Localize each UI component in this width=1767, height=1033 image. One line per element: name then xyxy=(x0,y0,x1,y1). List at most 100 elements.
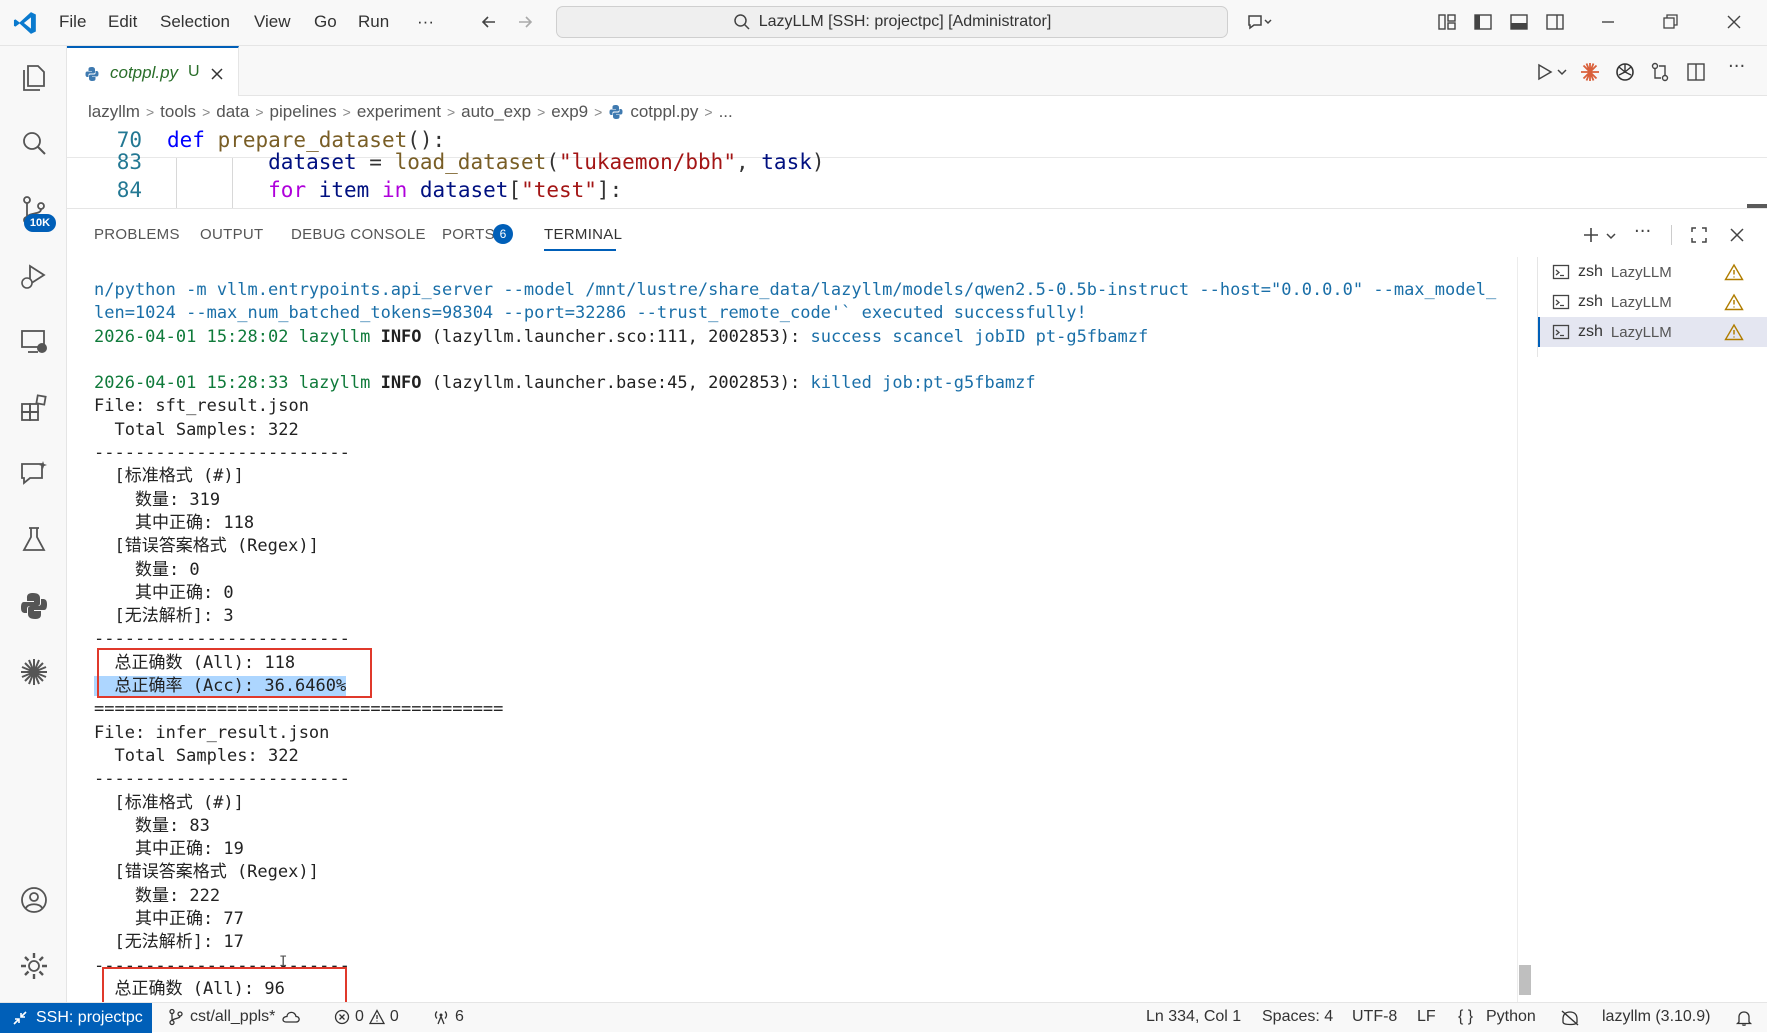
close-window-icon[interactable] xyxy=(1724,12,1744,32)
vscode-logo-icon[interactable] xyxy=(12,10,38,36)
toggle-secondary-sidebar-icon[interactable] xyxy=(1545,12,1565,32)
manage-gear-icon[interactable] xyxy=(18,950,50,982)
chat-icon[interactable] xyxy=(18,458,50,490)
code-token: item xyxy=(306,178,382,202)
active-terminal-indicator xyxy=(1538,317,1540,347)
notifications-bell-icon[interactable] xyxy=(1735,1009,1753,1027)
line-number: 83 xyxy=(116,150,142,174)
run-python-file-icon[interactable] xyxy=(1534,62,1554,82)
menu-view[interactable]: View xyxy=(254,12,291,32)
run-options-chevron-down-icon[interactable] xyxy=(1556,66,1568,78)
breadcrumb-item[interactable]: data xyxy=(216,102,249,122)
indentation[interactable]: Spaces: 4 xyxy=(1262,1008,1333,1026)
openai-icon[interactable] xyxy=(1614,61,1636,83)
terminal-item[interactable]: zsh LazyLLM xyxy=(1538,257,1767,287)
terminal-output[interactable]: n/python -m vllm.entrypoints.api_server … xyxy=(94,279,1514,1003)
code-text: for item in dataset["test"]: xyxy=(167,178,622,202)
new-terminal-plus-icon[interactable] xyxy=(1581,225,1601,245)
copilot-chat-icon[interactable] xyxy=(1246,12,1272,32)
back-arrow-icon[interactable] xyxy=(479,12,499,32)
compare-changes-icon[interactable] xyxy=(1649,61,1671,83)
breadcrumb-item[interactable]: experiment xyxy=(357,102,441,122)
forwarded-ports-indicator[interactable]: 6 xyxy=(432,1008,464,1026)
split-editor-icon[interactable] xyxy=(1685,61,1707,83)
editor-more-actions-icon[interactable]: ··· xyxy=(1728,56,1745,77)
highlight-box-sft-result xyxy=(97,648,372,698)
python-icon[interactable] xyxy=(18,590,50,622)
terminal-item-active[interactable]: zsh LazyLLM xyxy=(1538,317,1767,347)
sync-cloud-icon[interactable] xyxy=(281,1008,301,1026)
terminal-line: 其中正确: 19 xyxy=(94,838,1514,861)
minimize-icon[interactable] xyxy=(1598,12,1618,32)
breadcrumb-item[interactable]: cotppl.py xyxy=(630,102,698,122)
forward-arrow-icon[interactable] xyxy=(515,12,535,32)
close-tab-icon[interactable] xyxy=(210,67,224,81)
claude-code-icon[interactable] xyxy=(1579,61,1601,83)
maximize-panel-icon[interactable] xyxy=(1689,225,1709,245)
terminal-scrollbar[interactable] xyxy=(1517,257,1531,1003)
code-line[interactable]: 83 dataset = load_dataset("lukaemon/bbh"… xyxy=(67,150,1767,180)
close-panel-icon[interactable] xyxy=(1727,225,1747,245)
terminal-item[interactable]: zsh LazyLLM xyxy=(1538,287,1767,317)
panel-more-actions-icon[interactable]: ··· xyxy=(1634,221,1651,242)
scrollbar-thumb[interactable] xyxy=(1519,965,1531,995)
tab-terminal[interactable]: TERMINAL xyxy=(544,226,622,243)
python-interpreter[interactable]: lazyllm (3.10.9) xyxy=(1602,1008,1710,1026)
breadcrumb-item[interactable]: exp9 xyxy=(551,102,588,122)
toggle-primary-sidebar-icon[interactable] xyxy=(1473,12,1493,32)
tab-ports[interactable]: PORTS xyxy=(442,226,495,243)
breadcrumb-item[interactable]: ... xyxy=(719,102,733,122)
terminal-text: 其中正确: 0 xyxy=(94,582,234,603)
extensions-icon[interactable] xyxy=(18,392,50,424)
panel-actions-divider xyxy=(1671,225,1672,245)
restore-icon[interactable] xyxy=(1660,12,1680,32)
language-mode[interactable]: Python xyxy=(1486,1008,1536,1026)
tab-problems[interactable]: PROBLEMS xyxy=(94,226,180,243)
breadcrumb-item[interactable]: pipelines xyxy=(270,102,337,122)
search-view-icon[interactable] xyxy=(18,128,50,160)
menu-more[interactable]: ··· xyxy=(417,12,434,32)
terminal-line: 数量: 83 xyxy=(94,815,1514,838)
remote-explorer-icon[interactable] xyxy=(18,326,50,358)
terminal-text: ------------------------- xyxy=(94,629,350,650)
remote-indicator[interactable]: SSH: projectpc xyxy=(0,1003,152,1033)
breadcrumb-item[interactable]: auto_exp xyxy=(461,102,531,122)
remote-icon xyxy=(13,1011,27,1025)
menu-run[interactable]: Run xyxy=(358,12,389,32)
terminal-line: len=1024 --max_num_batched_tokens=98304 … xyxy=(94,302,1514,325)
command-center-search[interactable]: LazyLLM [SSH: projectpc] [Administrator] xyxy=(556,6,1228,38)
terminal-line: File: sft_result.json xyxy=(94,395,1514,418)
claude-icon[interactable] xyxy=(18,656,50,688)
end-of-line[interactable]: LF xyxy=(1417,1008,1436,1026)
breadcrumb-item[interactable]: tools xyxy=(160,102,196,122)
testing-icon[interactable] xyxy=(18,524,50,556)
breadcrumb-item[interactable]: lazyllm xyxy=(88,102,140,122)
toggle-panel-icon[interactable] xyxy=(1509,12,1529,32)
branch-indicator[interactable]: cst/all_ppls* xyxy=(168,1008,301,1026)
menu-go[interactable]: Go xyxy=(314,12,337,32)
explorer-icon[interactable] xyxy=(18,62,50,94)
terminal-text: INFO xyxy=(380,373,422,394)
tab-cotppl[interactable]: cotppl.py U xyxy=(67,46,239,96)
tab-output[interactable]: OUTPUT xyxy=(200,226,263,243)
tab-debug-console[interactable]: DEBUG CONSOLE xyxy=(291,226,426,243)
encoding[interactable]: UTF-8 xyxy=(1352,1008,1397,1026)
chevron-right-icon: > xyxy=(342,104,351,120)
menu-edit[interactable]: Edit xyxy=(108,12,137,32)
problems-indicator[interactable]: 0 0 xyxy=(334,1008,399,1026)
activity-bar: 10K xyxy=(0,46,67,1002)
code-line[interactable]: 84 for item in dataset["test"]: xyxy=(67,178,1767,208)
menu-selection[interactable]: Selection xyxy=(160,12,230,32)
copilot-disabled-icon[interactable] xyxy=(1560,1009,1580,1027)
accounts-icon[interactable] xyxy=(18,884,50,916)
customize-layout-icon[interactable] xyxy=(1437,12,1457,32)
terminal-line: 2026-04-01 15:28:33 lazyllm INFO (lazyll… xyxy=(94,372,1514,395)
code-editor[interactable]: 70 def prepare_dataset(): 83 dataset = loa… xyxy=(67,128,1767,208)
terminal-profile-chevron-down-icon[interactable] xyxy=(1605,230,1617,242)
cursor-position[interactable]: Ln 334, Col 1 xyxy=(1146,1008,1241,1026)
menu-file[interactable]: File xyxy=(59,12,86,32)
python-file-icon xyxy=(85,67,99,81)
code-token: for xyxy=(268,178,307,202)
error-icon xyxy=(334,1009,350,1025)
run-debug-icon[interactable] xyxy=(18,260,50,292)
